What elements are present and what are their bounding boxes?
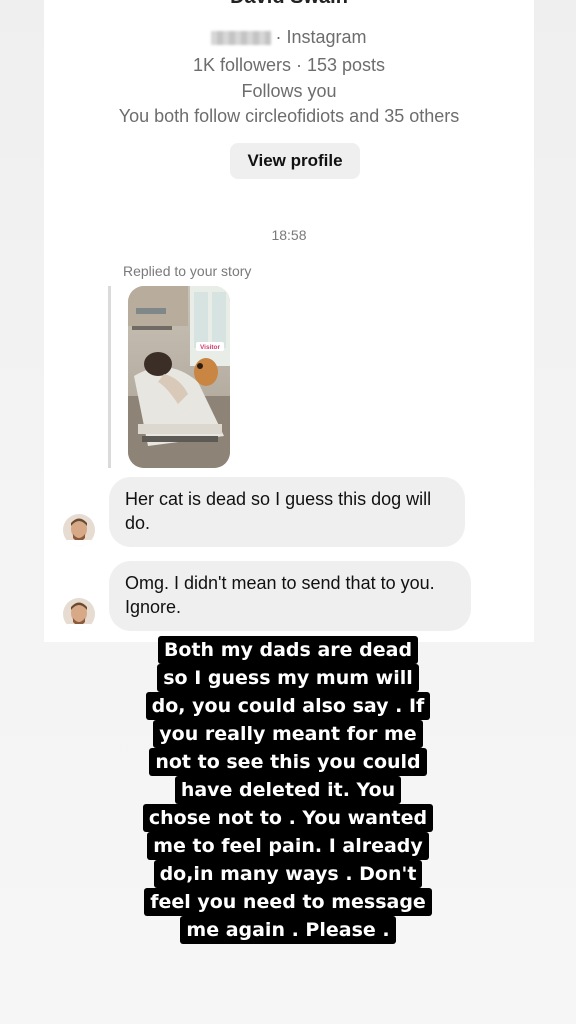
overlay-line: me again . Please . (180, 916, 396, 944)
platform-label: · Instagram (275, 27, 367, 47)
overlay-line: do, you could also say . If (145, 692, 431, 720)
message-bubble[interactable]: Omg. I didn't mean to send that to you. … (109, 561, 471, 631)
message-text-line: Her cat is dead so I guess this dog will (125, 489, 432, 509)
profile-platform-line: · Instagram (44, 27, 534, 48)
message-text-line: do. (125, 513, 151, 533)
dm-thread-card: David Swain · Instagram 1K followers · 1… (44, 0, 534, 642)
message-timestamp: 18:58 (271, 227, 307, 243)
overlay-line: not to see this you could (149, 748, 427, 776)
overlay-line: have deleted it. You (174, 776, 402, 804)
overlay-line: you really meant for me (153, 720, 423, 748)
message-text-line: Omg. I didn't mean to send that to you. (125, 573, 435, 593)
story-thumbnail[interactable]: Visitor (128, 286, 230, 468)
overlay-line: Both my dads are dead (157, 636, 419, 664)
profile-name: David Swain (44, 0, 534, 9)
message-text-line: Ignore. (125, 597, 182, 617)
reply-indicator-bar (108, 286, 111, 468)
avatar-icon (63, 514, 95, 546)
follows-you-label: Follows you (241, 81, 337, 101)
blurred-username (211, 31, 272, 46)
overlay-line: chose not to . You wanted (142, 804, 434, 832)
story-text-overlay: Both my dads are dead so I guess my mum … (0, 636, 576, 944)
overlay-line: do,in many ways . Don't (153, 860, 423, 888)
overlay-line: feel you need to message (144, 888, 432, 916)
view-profile-button[interactable]: View profile (230, 143, 360, 179)
sender-avatar[interactable] (63, 598, 95, 630)
overlay-line: me to feel pain. I already (147, 832, 429, 860)
replied-to-story-label: Replied to your story (123, 263, 252, 279)
story-image: Visitor (128, 286, 230, 468)
sender-avatar[interactable] (63, 514, 95, 546)
overlay-line: so I guess my mum will (157, 664, 419, 692)
mutual-followers: You both follow circleofidiots and 35 ot… (118, 106, 460, 126)
story-sticker-label: Visitor (200, 344, 221, 351)
profile-stats: 1K followers · 153 posts (192, 55, 386, 75)
message-bubble[interactable]: Her cat is dead so I guess this dog will… (109, 477, 465, 547)
avatar-icon (63, 598, 95, 630)
